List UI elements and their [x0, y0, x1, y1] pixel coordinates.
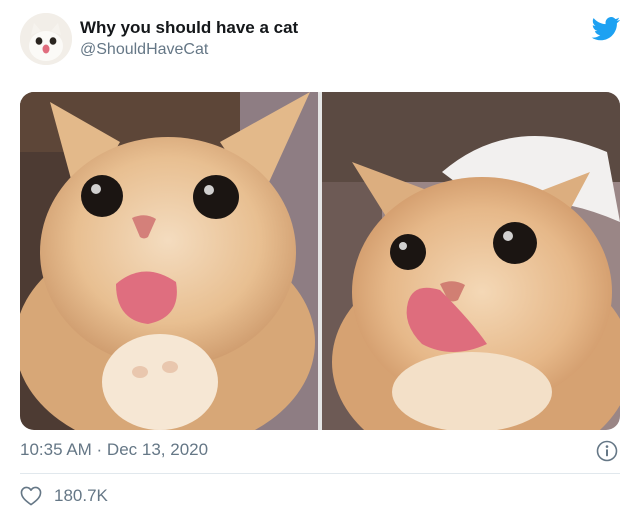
heart-icon[interactable]	[20, 486, 42, 506]
avatar-cat-image	[20, 13, 72, 65]
info-icon[interactable]	[596, 440, 618, 462]
divider	[20, 473, 620, 474]
like-button[interactable]: 180.7K	[20, 486, 108, 506]
avatar[interactable]	[20, 13, 72, 65]
tweet-card: Why you should have a cat @ShouldHaveCat	[0, 0, 640, 523]
cat-photo-right[interactable]	[322, 92, 620, 430]
like-count: 180.7K	[54, 486, 108, 505]
cat-licking-nose-image	[322, 92, 620, 430]
media-grid	[20, 92, 620, 430]
tweet-timestamp[interactable]: 10:35 AM · Dec 13, 2020	[20, 440, 208, 460]
user-handle[interactable]: @ShouldHaveCat	[80, 41, 208, 59]
cat-photo-left[interactable]	[20, 92, 318, 430]
display-name[interactable]: Why you should have a cat	[80, 18, 298, 38]
cat-licking-paw-image	[20, 92, 318, 430]
twitter-bird-icon[interactable]	[591, 17, 621, 41]
